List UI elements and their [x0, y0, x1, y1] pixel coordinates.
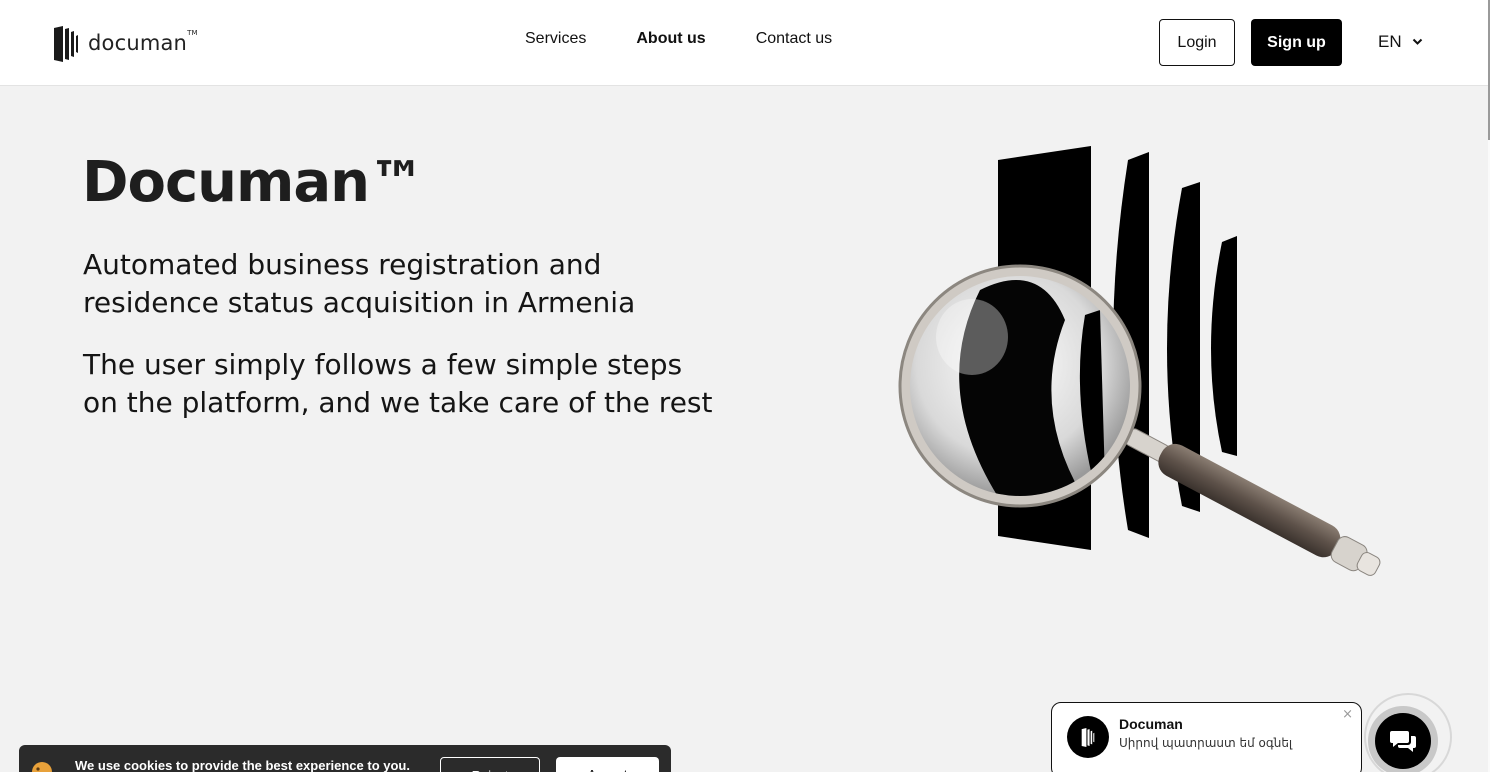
chat-agent-name: Documan: [1119, 716, 1183, 732]
logo-text: documanTM: [88, 29, 198, 55]
nav-services[interactable]: Services: [525, 30, 586, 48]
hero-subtitle: Automated business registration and resi…: [83, 248, 636, 319]
nav-contact-us[interactable]: Contact us: [756, 30, 832, 48]
documan-logo-icon: [54, 26, 78, 62]
language-label: EN: [1378, 32, 1402, 51]
cookie-accept-button[interactable]: Accept: [556, 757, 659, 772]
chat-greeting-bubble[interactable]: Documan Սիրով պատրաստ եմ օգնել ×: [1051, 702, 1362, 772]
signup-button[interactable]: Sign up: [1251, 19, 1342, 66]
main-nav: Services About us Contact us: [525, 30, 832, 48]
chat-close-icon[interactable]: ×: [1342, 707, 1353, 722]
documan-logo-icon: [1081, 728, 1095, 747]
magnifier-bars-illustration: [898, 146, 1381, 576]
language-selector[interactable]: EN: [1378, 32, 1423, 52]
logo[interactable]: documanTM: [54, 23, 198, 63]
magnifier-handle: [1125, 428, 1381, 576]
chat-launcher-button[interactable]: [1368, 706, 1438, 772]
cookie-icon: [32, 762, 52, 772]
login-button[interactable]: Login: [1159, 19, 1235, 66]
site-header: documanTM Services About us Contact us L…: [0, 0, 1488, 86]
nav-about-us[interactable]: About us: [636, 30, 705, 48]
chat-message: Սիրով պատրաստ եմ օգնել: [1119, 736, 1293, 750]
cookie-reject-button[interactable]: Reject: [440, 757, 540, 772]
cookie-banner: We use cookies to provide the best exper…: [19, 745, 671, 772]
chat-avatar: [1067, 716, 1109, 758]
chevron-down-icon: [1412, 38, 1422, 45]
hero-description: The user simply follows a few simple ste…: [83, 348, 713, 419]
cookie-text: We use cookies to provide the best exper…: [75, 758, 410, 772]
hero-title: Documan™: [82, 150, 425, 215]
chat-bubbles-icon: [1390, 731, 1416, 752]
